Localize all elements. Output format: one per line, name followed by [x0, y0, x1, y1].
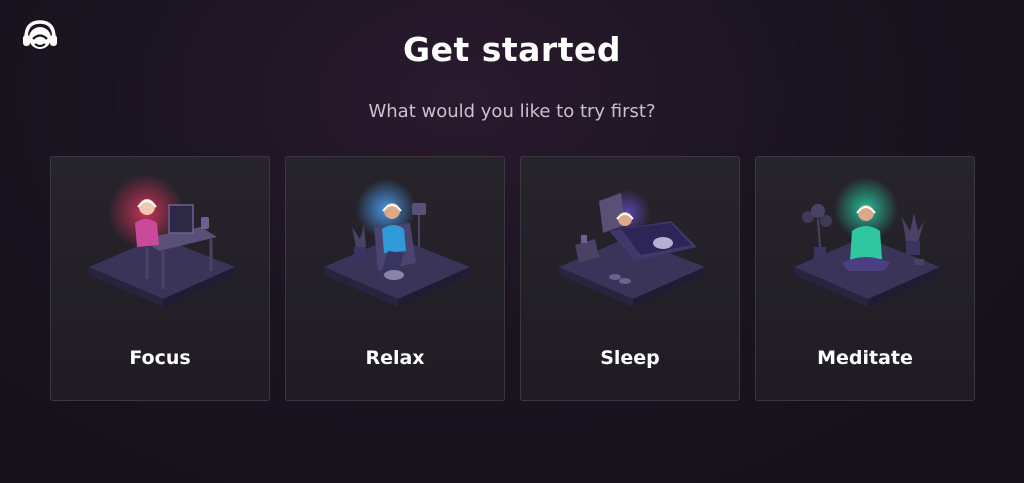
person-in-bed-illustration — [559, 189, 705, 307]
option-label-relax: Relax — [365, 347, 425, 369]
page-title: Get started — [403, 30, 621, 69]
option-card-sleep[interactable]: Sleep — [520, 156, 740, 401]
option-label-focus: Focus — [129, 347, 191, 369]
option-label-meditate: Meditate — [817, 347, 913, 369]
option-cards: Focus Relax Sleep Meditate — [50, 156, 975, 401]
person-in-armchair-illustration — [324, 179, 470, 307]
option-label-sleep: Sleep — [600, 347, 660, 369]
person-at-desk-illustration — [89, 174, 235, 307]
option-card-focus[interactable]: Focus — [50, 156, 270, 401]
option-card-meditate[interactable]: Meditate — [755, 156, 975, 401]
person-meditating-illustration — [794, 177, 940, 307]
page-subtitle: What would you like to try first? — [368, 101, 656, 122]
option-card-relax[interactable]: Relax — [285, 156, 505, 401]
